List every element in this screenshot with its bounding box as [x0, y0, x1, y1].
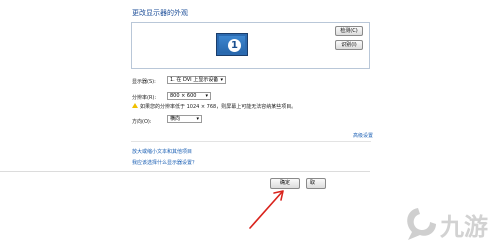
chevron-down-icon: ▾: [220, 77, 223, 83]
watermark-logo: 九游: [400, 202, 500, 245]
resolution-select-value: 800 × 600: [170, 93, 197, 99]
orientation-select[interactable]: 横向 ▾: [167, 115, 202, 123]
monitor-1-icon[interactable]: 1: [216, 33, 248, 56]
orientation-select-value: 横向: [170, 116, 181, 122]
footer-divider: [0, 171, 370, 172]
detect-button[interactable]: 检测(C): [335, 26, 363, 36]
identify-button[interactable]: 识别(I): [335, 40, 363, 50]
warning-icon: [132, 103, 138, 108]
display-select-value: 1. 在 DVI 上显示设备: [170, 77, 219, 83]
cancel-button[interactable]: 取: [306, 178, 326, 189]
display-select[interactable]: 1. 在 DVI 上显示设备 ▾: [167, 76, 226, 84]
divider: [131, 141, 371, 142]
orientation-label: 方向(O):: [132, 119, 152, 125]
chevron-down-icon: ▾: [205, 93, 208, 99]
watermark-text: 九游: [439, 213, 488, 241]
monitor-number: 1: [228, 39, 241, 52]
advanced-settings-link[interactable]: 高级设置: [353, 132, 373, 139]
monitor-screen: 1: [219, 36, 245, 53]
resolution-label: 分辨率(R):: [132, 95, 157, 101]
page-title: 更改显示器的外观: [132, 9, 188, 17]
text-size-link[interactable]: 放大或缩小文本和其他项目: [132, 148, 192, 155]
display-label: 显示器(S):: [132, 79, 156, 85]
resolution-warning-text: 如果您的分辨率低于 1024 × 768，则屏幕上可能无法容纳某些项目。: [140, 104, 297, 110]
red-arrow-annotation-icon: [249, 190, 284, 229]
chevron-down-icon: ▾: [196, 116, 199, 122]
resolution-select[interactable]: 800 × 600 ▾: [167, 92, 211, 100]
which-settings-link[interactable]: 我应该选择什么显示器设置？: [132, 159, 197, 166]
